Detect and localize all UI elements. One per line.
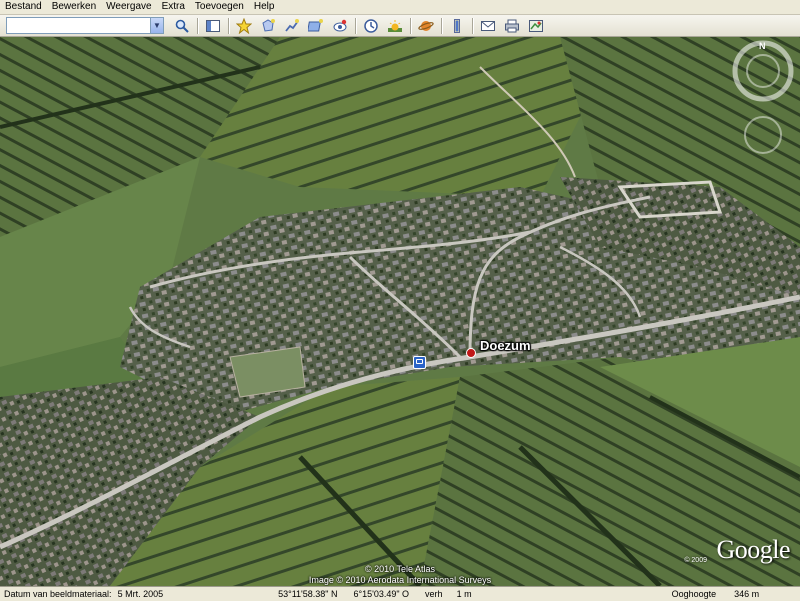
toolbar-separator (355, 17, 356, 34)
toolbar-separator (197, 17, 198, 34)
sidebar-toggle-icon (206, 19, 220, 32)
latitude: 53°11'58.38" N (278, 589, 338, 599)
toolbar-separator (410, 17, 411, 34)
search-button[interactable] (172, 16, 192, 36)
status-bar: Datum van beeldmateriaal: 5 Mrt. 2005 53… (0, 586, 800, 601)
planet-icon (418, 20, 434, 31)
copyright-line-2: Image © 2010 Aerodata International Surv… (308, 575, 492, 585)
elevation: 1 m (456, 589, 472, 599)
place-marker-icon[interactable] (466, 348, 476, 358)
chevron-down-icon[interactable]: ▼ (150, 18, 163, 33)
menu-toevoegen[interactable]: Toevoegen (190, 0, 249, 14)
toolbar: ▼ (0, 15, 800, 37)
toolbar-separator (472, 17, 473, 34)
eye-alt: 346 m (734, 589, 760, 599)
record-tour-button[interactable] (330, 16, 350, 36)
navigation-control[interactable]: N (726, 37, 800, 157)
imagery-date: 5 Mrt. 2005 (117, 589, 164, 599)
historical-imagery-icon (364, 18, 378, 33)
historical-imagery-button[interactable] (361, 16, 381, 36)
add-polygon-button[interactable] (258, 16, 278, 36)
google-logo: Google (716, 535, 790, 564)
print-button[interactable] (502, 16, 522, 36)
menu-bestand[interactable]: Bestand (0, 0, 47, 14)
toolbar-separator (441, 17, 442, 34)
eye-alt-label: Ooghoogte (671, 589, 717, 599)
menu-extra[interactable]: Extra (157, 0, 190, 14)
sunlight-icon (388, 19, 402, 32)
record-tour-icon (333, 19, 347, 31)
place-label[interactable]: Doezum (480, 338, 531, 353)
ruler-button[interactable] (447, 16, 467, 36)
menu-bewerken[interactable]: Bewerken (47, 0, 101, 14)
longitude: 6°15'03.49" O (353, 589, 410, 599)
sunlight-button[interactable] (385, 16, 405, 36)
view-in-maps-icon (529, 19, 543, 32)
logo-year: © 2009 (684, 557, 707, 564)
search-icon (175, 19, 189, 33)
email-button[interactable] (478, 16, 498, 36)
switch-planet-button[interactable] (416, 16, 436, 36)
add-placemark-button[interactable] (234, 16, 254, 36)
aerial-imagery (0, 37, 800, 586)
menu-help[interactable]: Help (249, 0, 280, 14)
placemark-icon (236, 17, 252, 34)
image-overlay-icon (308, 18, 323, 31)
ruler-icon (454, 18, 460, 33)
path-icon (285, 18, 299, 32)
sidebar-toggle-button[interactable] (203, 16, 223, 36)
search-combo[interactable]: ▼ (6, 17, 164, 34)
elevation-label: verh (425, 589, 443, 599)
map-viewport[interactable]: N Doezum © 2010 Tele Atlas Image © 2010 … (0, 37, 800, 586)
add-image-overlay-button[interactable] (306, 16, 326, 36)
search-input[interactable] (7, 19, 151, 32)
imagery-date-label: Datum van beeldmateriaal: (4, 589, 112, 599)
add-path-button[interactable] (282, 16, 302, 36)
view-in-maps-button[interactable] (526, 16, 546, 36)
polygon-icon (262, 18, 275, 32)
menu-weergave[interactable]: Weergave (101, 0, 156, 14)
bus-stop-icon[interactable] (413, 356, 426, 369)
menu-bar: Bestand Bewerken Weergave Extra Toevoege… (0, 0, 800, 15)
compass-north: N (759, 41, 766, 51)
toolbar-separator (228, 17, 229, 34)
email-icon (481, 20, 495, 31)
copyright-line-1: © 2010 Tele Atlas (364, 564, 435, 574)
print-icon (505, 19, 519, 32)
